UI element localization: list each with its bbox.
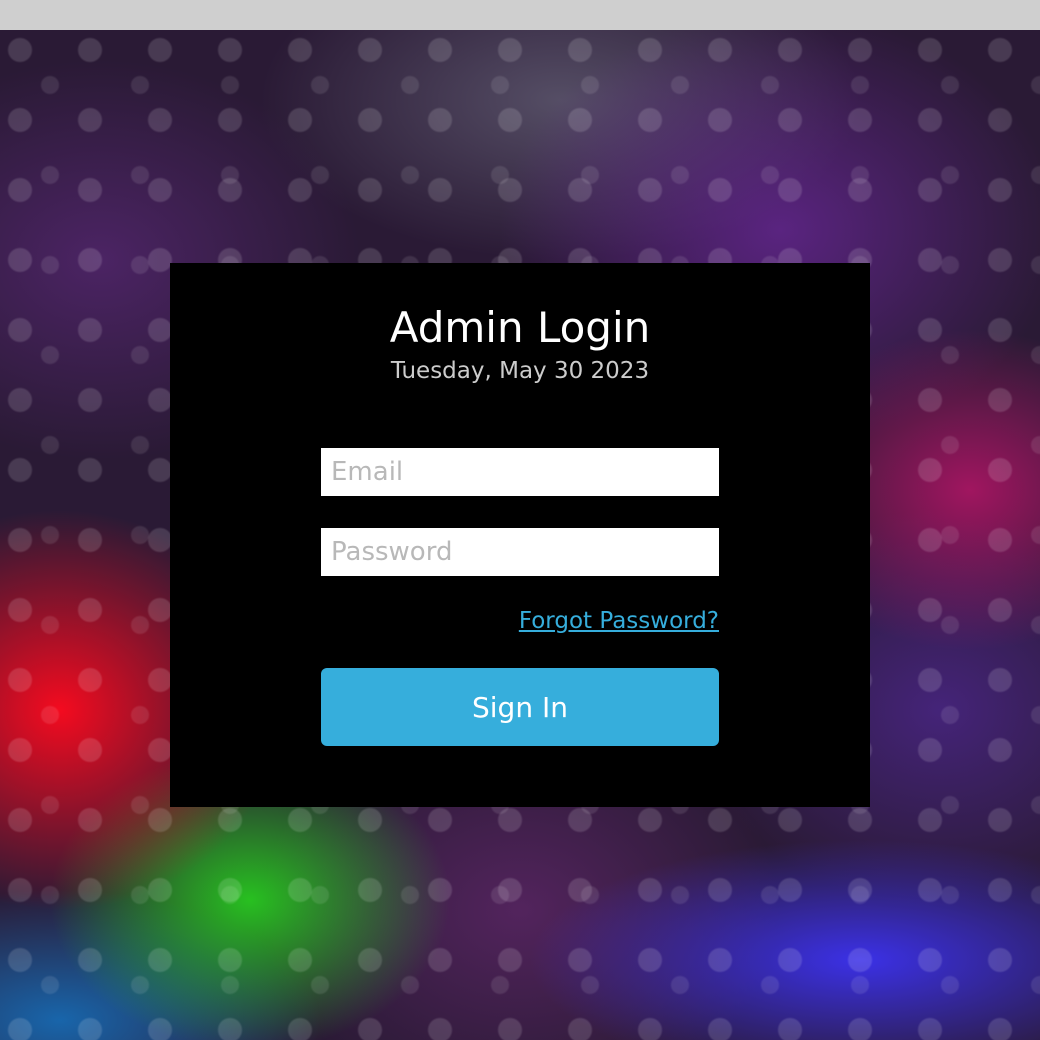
forgot-password-link[interactable]: Forgot Password?: [321, 604, 719, 638]
password-field[interactable]: [321, 528, 719, 576]
page-title: Admin Login: [389, 303, 651, 352]
sign-in-button[interactable]: Sign In: [321, 668, 719, 746]
window-top-bar: [0, 0, 1040, 30]
email-field[interactable]: [321, 448, 719, 496]
current-date: Tuesday, May 30 2023: [390, 358, 650, 384]
